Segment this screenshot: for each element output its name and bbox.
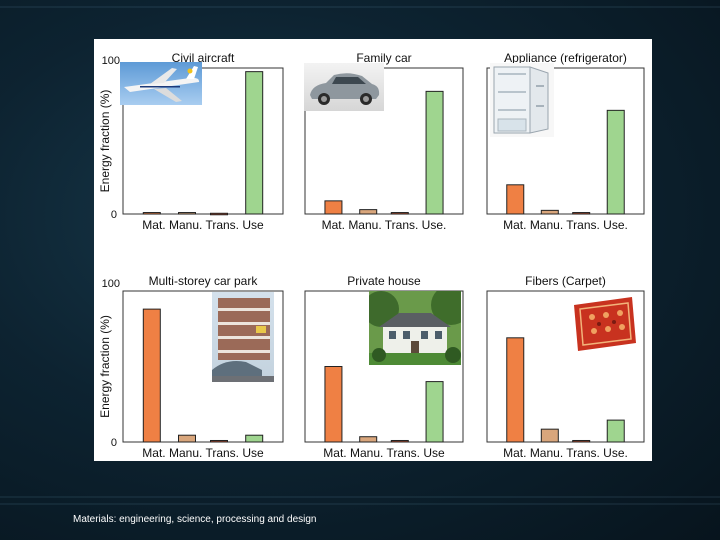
bar-trans	[572, 439, 591, 443]
chart-title: Fibers (Carpet)	[525, 274, 606, 288]
bar-use	[606, 109, 625, 215]
bar-mat	[324, 366, 343, 443]
y-axis-label: Energy fraction (%)	[98, 90, 112, 193]
category-labels: Mat. Manu. Trans. Use	[142, 446, 264, 460]
y-tick-label: 100	[102, 278, 120, 290]
bar-manu	[540, 428, 559, 443]
bar-mat	[506, 184, 525, 215]
house-photo	[369, 291, 461, 365]
category-labels: Mat. Manu. Trans. Use.	[322, 218, 447, 232]
y-axis-label: Energy fraction (%)	[98, 315, 112, 418]
bar-mat	[324, 200, 343, 215]
chart-title: Multi-storey car park	[149, 274, 259, 288]
bar-use	[245, 71, 264, 215]
y-tick-label: 100	[102, 55, 120, 67]
refrigerator-photo	[490, 63, 554, 137]
bar-trans	[210, 212, 228, 216]
bar-trans	[210, 439, 228, 443]
bar-manu	[359, 436, 378, 443]
chart-title: Private house	[347, 274, 421, 288]
bar-manu	[178, 434, 196, 443]
bar-use	[245, 434, 264, 443]
y-tick-label: 0	[111, 209, 117, 221]
bar-use	[425, 381, 444, 443]
airplane-photo	[120, 62, 202, 105]
bar-manu	[178, 212, 196, 215]
bar-use	[606, 419, 625, 443]
bar-manu	[359, 209, 378, 215]
bar-trans	[390, 212, 409, 215]
carpet-photo	[570, 293, 640, 357]
category-labels: Mat. Manu. Trans. Use.	[503, 446, 628, 460]
category-labels: Mat. Manu. Trans. Use	[323, 446, 445, 460]
bar-use	[425, 90, 444, 215]
footer-caption: Materials: engineering, science, process…	[73, 514, 317, 525]
figure-panel: Civil aircraft 0 100 Energy fraction (%) Mat…	[94, 39, 652, 461]
category-labels: Mat. Manu. Trans. Use.	[503, 218, 628, 232]
car-photo	[304, 63, 384, 111]
y-tick-label: 0	[111, 437, 117, 449]
car-park-photo	[212, 292, 274, 382]
bar-trans	[572, 212, 591, 215]
bar-manu	[540, 209, 559, 215]
bar-mat	[142, 308, 161, 443]
bar-trans	[390, 439, 409, 443]
bar-mat	[506, 337, 525, 443]
bar-mat	[142, 212, 161, 215]
category-labels: Mat. Manu. Trans. Use	[142, 218, 264, 232]
